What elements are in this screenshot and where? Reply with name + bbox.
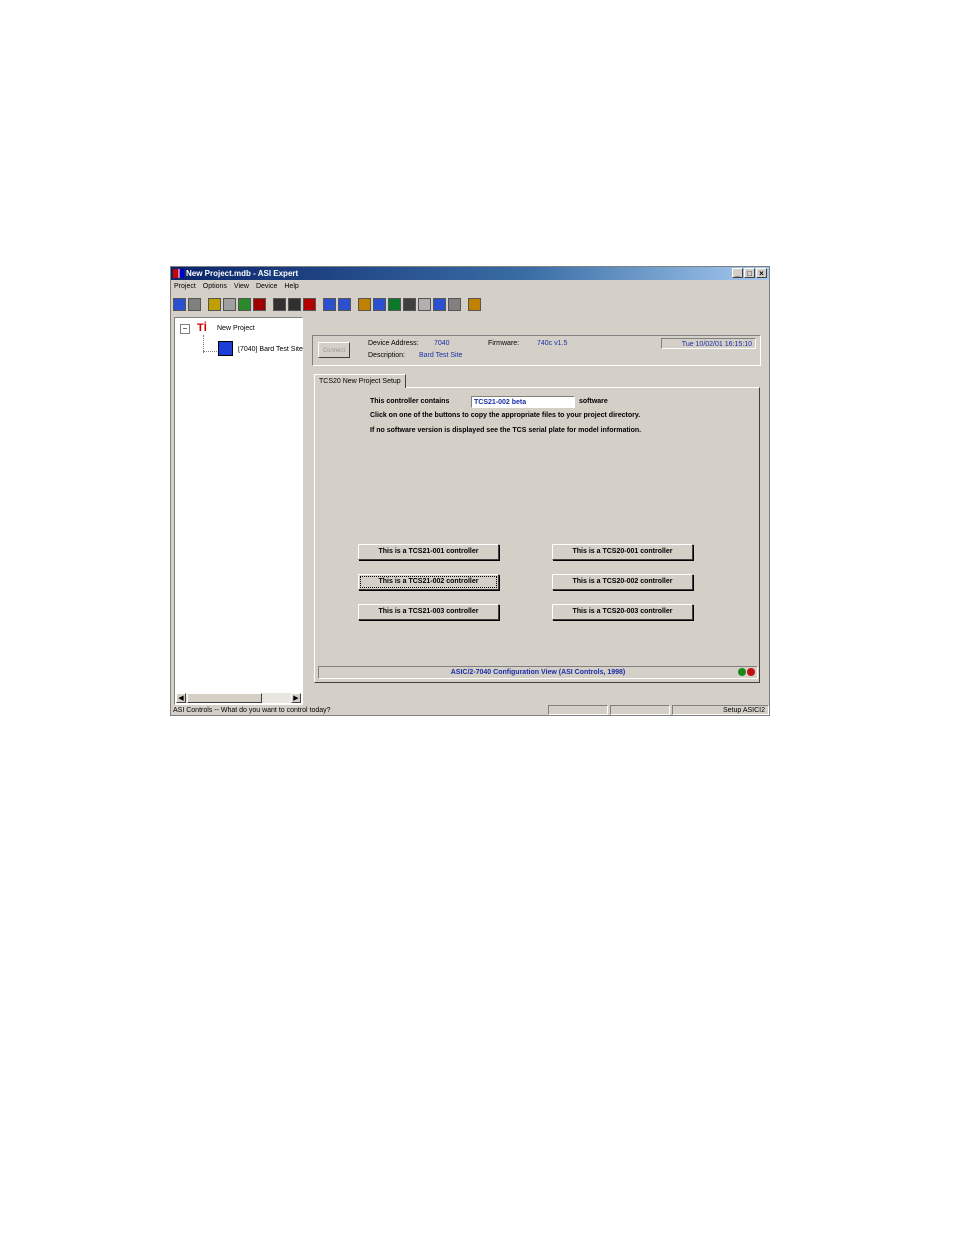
chart-icon[interactable] — [208, 297, 221, 311]
menu-view[interactable]: View — [231, 281, 253, 293]
device-address-value: 7040 — [434, 340, 450, 347]
collapse-icon[interactable]: − — [180, 324, 190, 334]
software-suffix-label: software — [579, 398, 608, 405]
tree-connector — [203, 351, 217, 352]
tcs21-002-button[interactable]: This is a TCS21-002 controller — [358, 574, 499, 590]
software-version-field[interactable]: TCS21-002 beta — [471, 396, 575, 408]
app-icon — [173, 269, 184, 278]
tools-icon[interactable] — [373, 297, 386, 311]
status-message: ASI Controls -- What do you want to cont… — [173, 707, 331, 714]
red-led-icon — [747, 668, 755, 676]
panel-icon[interactable] — [403, 297, 416, 311]
title-bar[interactable]: New Project.mdb - ASI Expert _ □ × — [171, 267, 769, 280]
disabled-icon[interactable] — [418, 297, 431, 311]
firmware-value: 740c v1.5 — [537, 340, 568, 347]
download-icon[interactable] — [323, 297, 336, 311]
grid-icon[interactable] — [223, 297, 236, 311]
status-pane — [548, 705, 608, 715]
instruction-copy-files: Click on one of the buttons to copy the … — [370, 412, 641, 419]
horizontal-scrollbar[interactable]: ◀ ▶ — [176, 693, 301, 703]
device-address-label: Device Address: — [368, 340, 419, 347]
menu-device[interactable]: Device — [253, 281, 281, 293]
record-icon[interactable] — [253, 297, 266, 311]
firmware-label: Firmware: — [488, 340, 520, 347]
description-label: Description: — [368, 352, 405, 359]
scroll-thumb[interactable] — [187, 693, 262, 703]
menu-help[interactable]: Help — [281, 281, 302, 293]
save-icon[interactable] — [273, 297, 286, 311]
scroll-left-icon[interactable]: ◀ — [176, 693, 186, 703]
help-icon[interactable] — [468, 297, 481, 311]
status-setup: Setup ASICI2 — [722, 707, 765, 714]
menu-bar: Project Options View Device Help — [171, 281, 303, 293]
status-pane — [610, 705, 670, 715]
tab-panel: This controller contains TCS21-002 beta … — [314, 387, 760, 683]
device-datetime: Tue 10/02/01 16:15:10 — [661, 338, 756, 349]
print-icon[interactable] — [188, 297, 201, 311]
status-bar: ASI Controls -- What do you want to cont… — [171, 705, 769, 715]
toolbar — [173, 295, 767, 313]
project-tree[interactable]: − Tİ New Project [7040] Bard Test Site ◀… — [174, 317, 303, 705]
controller-contains-label: This controller contains — [370, 398, 450, 405]
green-led-icon — [738, 668, 746, 676]
window-title: New Project.mdb - ASI Expert — [186, 269, 299, 278]
configuration-view-banner: ASIC/2-7040 Configuration View (ASI Cont… — [318, 666, 758, 679]
tcs20-002-button[interactable]: This is a TCS20-002 controller — [552, 574, 693, 590]
tcs21-003-button[interactable]: This is a TCS21-003 controller — [358, 604, 499, 620]
list-icon[interactable] — [433, 297, 446, 311]
upload-icon[interactable] — [338, 297, 351, 311]
configuration-view-label: ASIC/2-7040 Configuration View (ASI Cont… — [450, 669, 626, 676]
instruction-serial-plate: If no software version is displayed see … — [370, 427, 642, 434]
tab-tcs20-new-project-setup[interactable]: TCS20 New Project Setup — [314, 374, 406, 388]
close-button[interactable]: × — [756, 268, 767, 278]
device-info-panel: Connect Device Address: 7040 Firmware: 7… — [312, 335, 761, 366]
controller-icon — [218, 341, 233, 356]
app-window: New Project.mdb - ASI Expert _ □ × Proje… — [170, 266, 770, 716]
description-value: Bard Test Site — [419, 352, 463, 359]
save-red-icon[interactable] — [303, 297, 316, 311]
minimize-button[interactable]: _ — [732, 268, 743, 278]
table-icon[interactable] — [448, 297, 461, 311]
house-icon[interactable] — [358, 297, 371, 311]
device-icon[interactable] — [388, 297, 401, 311]
save-as-icon[interactable] — [288, 297, 301, 311]
tcs20-003-button[interactable]: This is a TCS20-003 controller — [552, 604, 693, 620]
people-icon[interactable] — [238, 297, 251, 311]
tcs20-001-button[interactable]: This is a TCS20-001 controller — [552, 544, 693, 560]
connect-button[interactable]: Connect — [318, 342, 350, 358]
menu-project[interactable]: Project — [171, 281, 200, 293]
monitor-icon[interactable] — [173, 297, 186, 311]
scroll-right-icon[interactable]: ▶ — [291, 693, 301, 703]
maximize-button[interactable]: □ — [744, 268, 755, 278]
tcs21-001-button[interactable]: This is a TCS21-001 controller — [358, 544, 499, 560]
tree-item-bard-test-site[interactable]: [7040] Bard Test Site — [238, 346, 303, 353]
main-panel: Connect Device Address: 7040 Firmware: 7… — [306, 319, 768, 705]
status-leds — [738, 668, 755, 676]
project-icon: Tİ — [197, 322, 207, 334]
menu-options[interactable]: Options — [200, 281, 231, 293]
tree-item-new-project[interactable]: New Project — [217, 325, 255, 332]
